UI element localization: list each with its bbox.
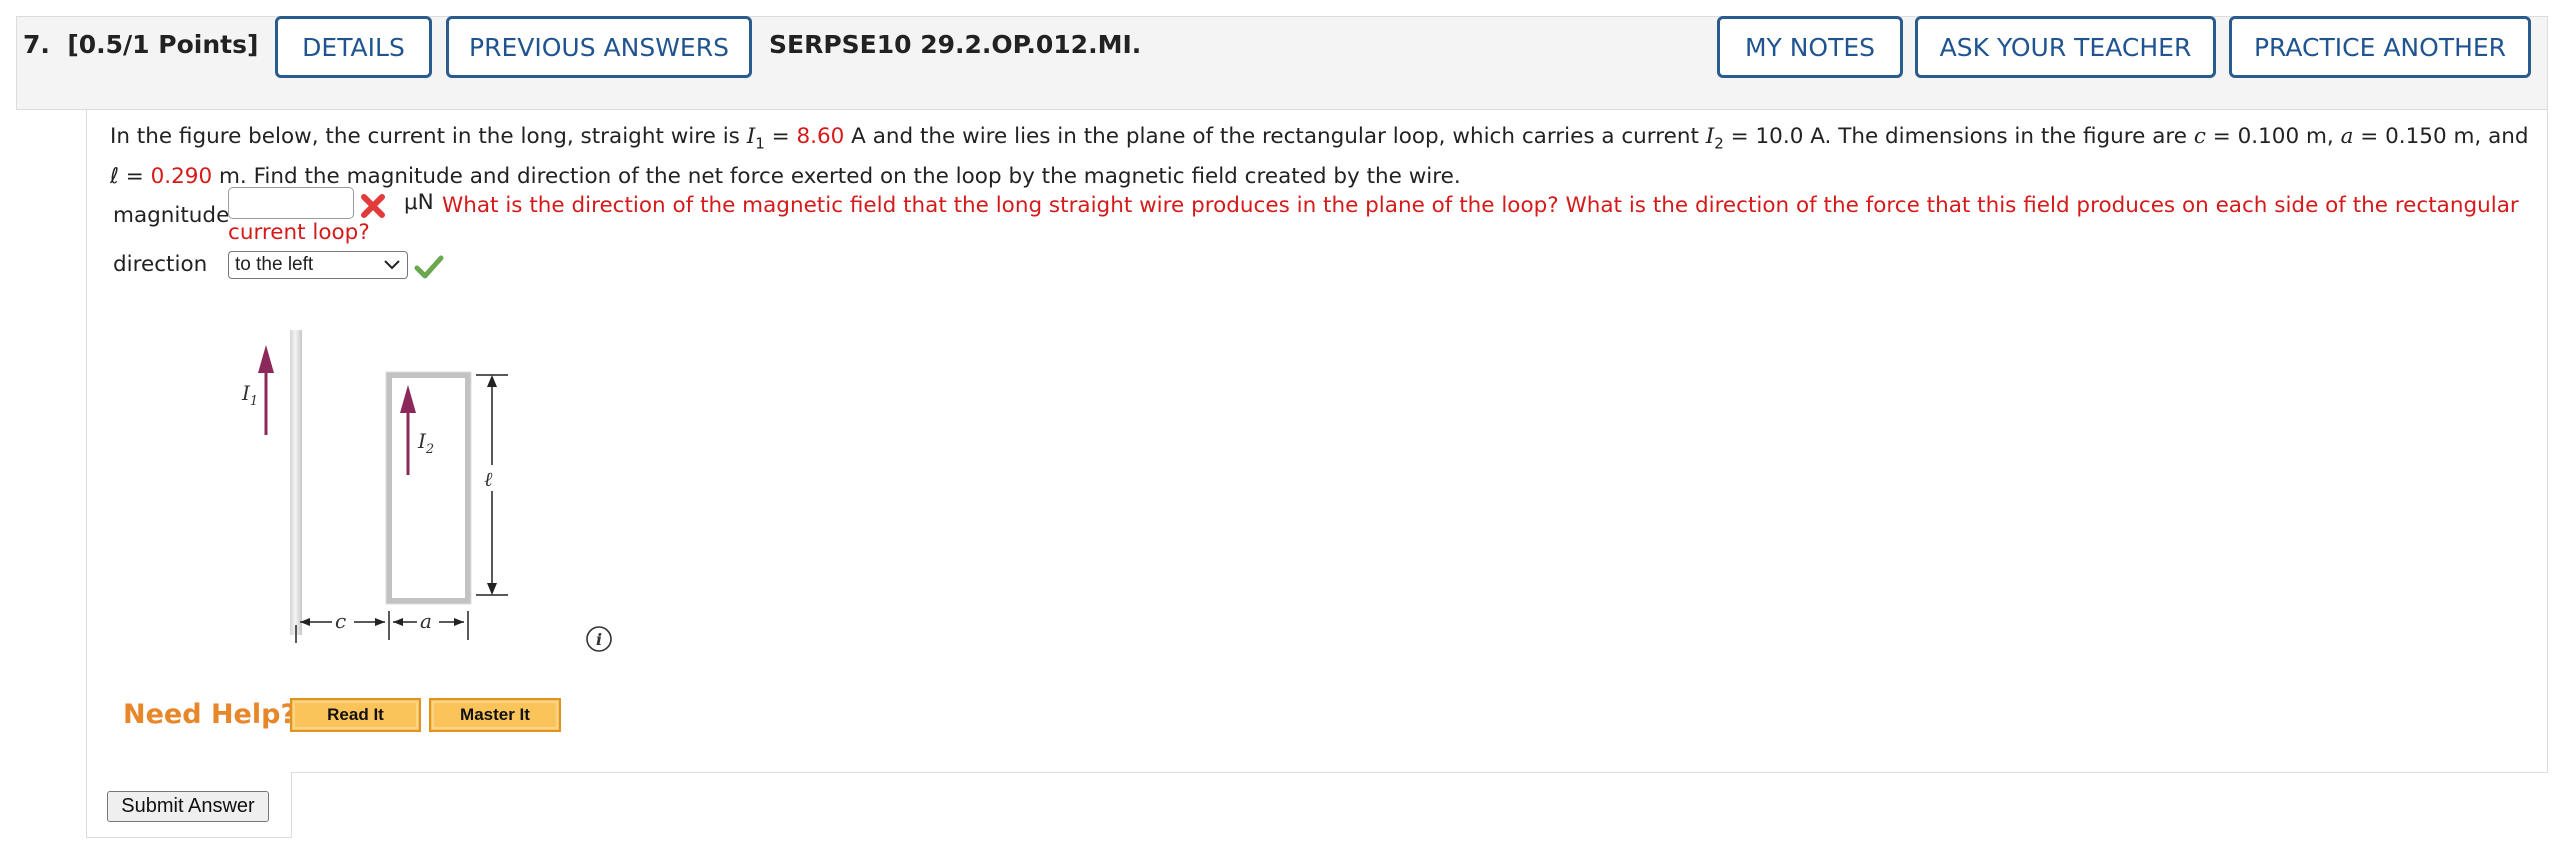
wire-loop-figure: I1 I2 ℓ c a	[241, 330, 508, 643]
current-i1-value: 8.60	[796, 124, 845, 149]
current-i1-arrowhead	[258, 345, 274, 373]
ell-label: ℓ	[484, 467, 493, 491]
direction-selected-value: to the left	[235, 254, 314, 275]
practice-another-button[interactable]: PRACTICE ANOTHER	[2229, 16, 2531, 78]
chevron-down-icon	[384, 260, 400, 270]
checkmark-icon	[414, 255, 444, 279]
a-label: a	[420, 609, 432, 633]
magnitude-label: magnitude	[113, 203, 230, 228]
length-value: 0.290	[150, 164, 213, 190]
direction-select[interactable]: to the left	[228, 251, 408, 279]
magnitude-unit: μN	[404, 190, 434, 215]
rectangular-loop	[386, 372, 471, 604]
direction-label: direction	[113, 252, 208, 277]
feedback-hint: What is the direction of the magnetic fi…	[442, 193, 2519, 218]
question-id: SERPSE10 29.2.OP.012.MI.	[769, 30, 1142, 59]
c-label: c	[335, 609, 346, 633]
my-notes-button[interactable]: MY NOTES	[1717, 16, 1903, 78]
submit-answer-button[interactable]: Submit Answer	[107, 791, 269, 822]
details-button[interactable]: DETAILS	[275, 16, 432, 78]
ask-your-teacher-button[interactable]: ASK YOUR TEACHER	[1915, 16, 2216, 78]
current-i1-label: I1	[241, 381, 258, 409]
question-heading: 7. [0.5/1 Points]	[23, 30, 258, 59]
magnitude-input[interactable]	[228, 187, 354, 219]
x-mark-icon	[361, 194, 385, 218]
question-points: [0.5/1 Points]	[67, 30, 259, 59]
need-help-label: Need Help?	[123, 699, 297, 730]
previous-answers-button[interactable]: PREVIOUS ANSWERS	[446, 16, 752, 78]
svg-text:i: i	[596, 630, 602, 649]
feedback-hint-continued: current loop?	[228, 220, 370, 245]
question-number: 7.	[23, 30, 50, 59]
straight-wire	[290, 330, 302, 635]
question-text: In the figure below, the current in the …	[110, 124, 2529, 190]
master-it-button[interactable]: Master It	[429, 698, 561, 732]
info-icon[interactable]: i	[585, 625, 613, 653]
read-it-button[interactable]: Read It	[290, 698, 421, 732]
